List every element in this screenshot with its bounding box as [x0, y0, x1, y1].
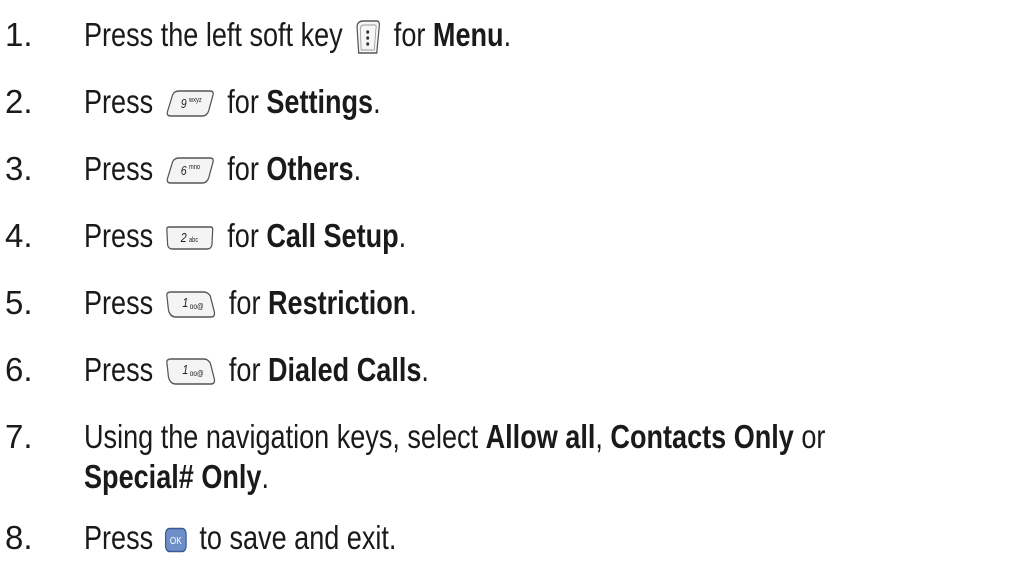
left-softkey-icon — [353, 19, 381, 55]
svg-text:oo@: oo@ — [189, 302, 203, 312]
step-text: Press — [84, 351, 154, 388]
svg-text:oo@: oo@ — [189, 369, 203, 379]
step-text-or: or — [801, 418, 826, 455]
step-text-for: for — [228, 284, 261, 321]
svg-text:6: 6 — [180, 163, 186, 178]
step-text: Press — [84, 519, 154, 556]
key-1-icon: 1 oo@ — [164, 290, 216, 320]
contacts-only-option: Contacts Only — [610, 418, 794, 455]
step-text: Press — [84, 150, 154, 187]
step-text: Press — [84, 284, 154, 321]
step-text-for: for — [393, 16, 426, 53]
key-9-icon: 9 wxyz — [164, 89, 215, 119]
period: . — [353, 150, 362, 187]
period: . — [398, 217, 407, 254]
step-text: Press — [84, 83, 154, 120]
step-text: Press the left soft key — [84, 16, 343, 53]
step-number: 3. — [5, 150, 33, 187]
call-setup-label: Call Setup — [266, 217, 399, 254]
restriction-label: Restriction — [268, 284, 410, 321]
comma: , — [595, 418, 603, 455]
step-number: 5. — [5, 284, 33, 321]
period: . — [421, 351, 429, 388]
period: . — [503, 16, 512, 53]
svg-text:abc: abc — [189, 237, 199, 245]
key-2-icon: 2 abc — [164, 225, 215, 251]
step-text-for: for — [227, 83, 259, 120]
step-text-for: for — [227, 150, 259, 187]
svg-text:1: 1 — [182, 295, 188, 310]
allow-all-option: Allow all — [485, 418, 596, 455]
key-1-icon: 1 oo@ — [164, 357, 216, 387]
period: . — [373, 83, 381, 120]
special-only-option: Special# Only — [84, 458, 262, 495]
step-text: Press — [84, 217, 154, 254]
step-text-save-exit: to save and exit. — [199, 519, 397, 556]
step-text-for: for — [228, 351, 261, 388]
svg-text:wxyz: wxyz — [188, 97, 202, 105]
key-9-digit: 9 — [180, 96, 186, 111]
step-number: 2. — [5, 83, 33, 120]
step-number: 8. — [5, 519, 33, 556]
key-6-icon: 6 mno — [164, 156, 215, 186]
svg-text:OK: OK — [170, 536, 182, 547]
step-number: 6. — [5, 351, 33, 388]
step-text-for: for — [227, 217, 259, 254]
step-number: 7. — [5, 418, 33, 455]
menu-label: Menu — [432, 16, 504, 53]
settings-label: Settings — [266, 83, 374, 120]
dialed-calls-label: Dialed Calls — [268, 351, 422, 388]
svg-text:mno: mno — [189, 164, 201, 172]
others-label: Others — [266, 150, 354, 187]
step-number: 1. — [5, 16, 33, 53]
ok-key-icon: OK — [164, 527, 187, 553]
svg-text:2: 2 — [179, 230, 186, 245]
period: . — [261, 458, 269, 495]
period: . — [409, 284, 417, 321]
step-number: 4. — [5, 217, 33, 254]
step-text: Using the navigation keys, select — [84, 418, 479, 455]
svg-text:1: 1 — [182, 362, 188, 377]
